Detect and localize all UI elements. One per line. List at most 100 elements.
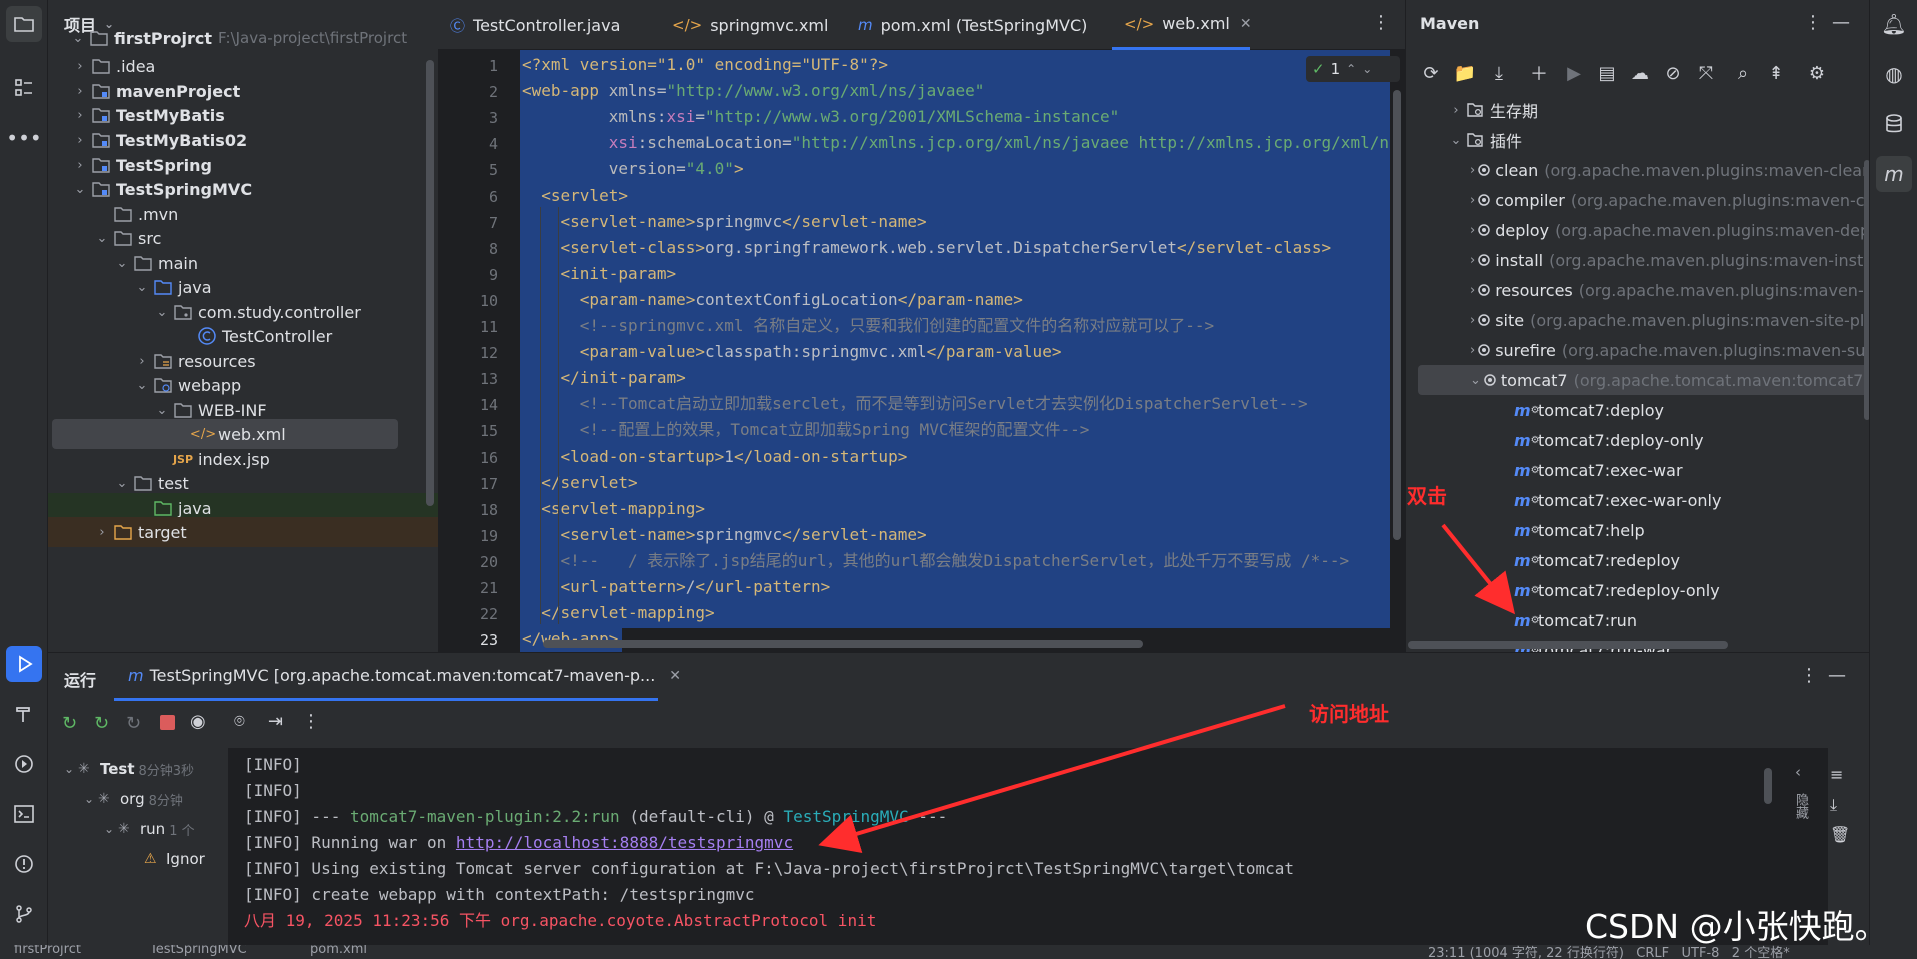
tab-pom-xml[interactable]: m pom.xml (TestSpringMVC) [846,0,1099,50]
run-config-tab[interactable]: m TestSpringMVC [org.apache.tomcat.maven… [114,653,681,701]
minimize-icon[interactable]: — [1828,665,1846,686]
chevron-right-icon[interactable]: › [70,59,90,74]
execute-goal-icon[interactable]: ▤ [1594,60,1620,86]
chevron-down-icon[interactable]: ⌄ [112,476,132,491]
run-tree-item[interactable]: ⌄ ✳ org 8分钟 [80,784,183,814]
maven-goal[interactable]: m ⚙ tomcat7:run [1406,605,1869,635]
reload-folder-icon[interactable]: 📁 [1452,60,1478,86]
maven-goal[interactable]: m ⚙ tomcat7:exec-war [1406,455,1869,485]
chevron-down-icon[interactable]: ⌄ [80,792,98,806]
chevron-down-icon[interactable]: ⌄ [70,182,90,197]
chevron-down-icon[interactable]: ⌄ [112,256,132,271]
chevron-down-icon[interactable]: ⌄ [132,378,152,393]
add-icon[interactable]: ＋ [1526,60,1552,86]
more-tools-button[interactable]: ••• [6,120,42,156]
chevron-up-icon[interactable]: ⌃ [1346,62,1356,76]
chevron-down-icon[interactable]: ⌄ [92,231,112,246]
run-options-icon[interactable]: ⋮ [1800,665,1818,686]
collapse-all-icon[interactable]: ⤧ [1693,60,1719,86]
chevron-down-icon[interactable]: ⌄ [132,280,152,295]
database-button[interactable] [1876,106,1912,142]
more-icon[interactable]: ⋮ [302,711,320,732]
run-tree-item[interactable]: ⚠ Ignor [126,844,205,874]
minimize-icon[interactable]: — [1832,12,1850,33]
rerun-failed-icon[interactable]: ↻ [94,713,109,734]
breadcrumb-file[interactable]: pom.xml [310,945,367,957]
restart-icon[interactable]: ↻ [126,713,141,734]
skip-tests-icon[interactable]: ⊘ [1660,60,1686,86]
maven-plugin-clean[interactable]: › clean (org.apache.maven.plugins:maven-cl… [1406,155,1869,185]
run-tool-button[interactable] [6,646,42,682]
run-tree-item[interactable]: ⌄ ✳ run 1 个 [100,814,195,844]
maven-plugin-deploy[interactable]: › deploy (org.apache.maven.plugins:maven-d… [1406,215,1869,245]
maven-plugin-compiler[interactable]: › compiler (org.apache.maven.plugins:maven… [1406,185,1869,215]
maven-goal[interactable]: m ⚙ tomcat7:deploy [1406,395,1869,425]
maven-plugin-install[interactable]: › install (org.apache.maven.plugins:maven-… [1406,245,1869,275]
chevron-down-icon[interactable]: ⌄ [1362,62,1372,76]
tab-springmvc-xml[interactable]: </> springmvc.xml [660,0,840,50]
chevron-down-icon[interactable]: ⌄ [60,762,78,776]
chevron-right-icon[interactable]: › [70,108,90,123]
chevron-right-icon[interactable]: › [70,158,90,173]
project-scrollbar[interactable] [426,60,434,506]
breadcrumb-project[interactable]: firstProjrct [14,945,81,957]
maven-options-icon[interactable]: ⋮ [1804,12,1822,33]
stop-icon[interactable] [160,715,175,730]
editor-horizontal-scrollbar[interactable] [543,640,1143,648]
chevron-down-icon[interactable]: ⌄ [1470,373,1481,388]
scroll-to-end-icon[interactable]: ⤓ [1830,795,1837,815]
chevron-right-icon[interactable]: › [1446,103,1466,118]
structure-tool-button[interactable] [6,70,42,106]
soft-wrap-icon[interactable]: ≡ [1830,765,1843,784]
analyze-icon[interactable]: ⌕ [1730,60,1756,86]
chevron-right-icon[interactable]: › [70,84,90,99]
rerun-icon[interactable]: ↻ [62,713,77,734]
maven-goal[interactable]: m ⚙ tomcat7:redeploy-only [1406,575,1869,605]
download-icon[interactable]: ⤓ [1486,60,1512,86]
export-icon[interactable]: ⇥ [268,711,283,732]
chevron-left-icon[interactable]: ‹ [1784,763,1812,781]
maven-plugin-site[interactable]: › site (org.apache.maven.plugins:maven-sit… [1406,305,1869,335]
problems-tool-button[interactable] [6,846,42,882]
tab-testcontroller[interactable]: Ⓒ TestController.java [438,0,632,50]
tree-item[interactable]: › target [48,517,438,547]
code-area[interactable]: <?xml version="1.0" encoding="UTF-8"?> <w… [520,50,1405,652]
tab-options-icon[interactable]: ⋮ [1372,12,1390,33]
build-tool-button[interactable] [6,696,42,732]
maven-goal[interactable]: m ⚙ tomcat7:exec-war-only [1406,485,1869,515]
breadcrumb-module[interactable]: TestSpringMVC [150,945,247,957]
close-icon[interactable]: ✕ [1240,16,1252,32]
chevron-down-icon[interactable]: ⌄ [1446,133,1466,148]
maven-plugin-surefire[interactable]: › surefire (org.apache.maven.plugins:maven… [1406,335,1869,365]
maven-tool-button[interactable]: m [1876,156,1912,192]
eye-icon[interactable]: ◉ [190,711,206,732]
chevron-down-icon[interactable]: ⌄ [68,31,88,46]
camera-icon[interactable]: ⌾ [234,711,245,732]
tab-web-xml[interactable]: </> web.xml ✕ [1112,0,1252,50]
offline-icon[interactable]: ☁ [1627,60,1653,86]
chevron-right-icon[interactable]: › [92,525,112,540]
show-dependencies-icon[interactable]: ⇞ [1763,60,1789,86]
maven-goal[interactable]: m ⚙ tomcat7:help [1406,515,1869,545]
maven-goal[interactable]: m ⚙ tomcat7:redeploy [1406,545,1869,575]
chevron-down-icon[interactable]: ⌄ [152,403,172,418]
chevron-down-icon[interactable]: ⌄ [100,822,118,836]
editor-scrollbar[interactable] [1393,90,1401,540]
notifications-button[interactable]: 🔔︎ [1876,6,1912,42]
ai-assistant-button[interactable]: ◍ [1876,56,1912,92]
chevron-right-icon[interactable]: › [70,133,90,148]
maven-plugin-tomcat7[interactable]: ⌄ tomcat7 (org.apache.tomcat.maven:tomcat7… [1418,365,1869,395]
trash-icon[interactable]: 🗑︎ [1830,825,1850,844]
console-scrollbar[interactable] [1764,768,1772,804]
services-tool-button[interactable] [6,746,42,782]
maven-goal[interactable]: m ⚙ tomcat7:deploy-only [1406,425,1869,455]
maven-plugin-resources[interactable]: › resources (org.apache.maven.plugins:mave… [1406,275,1869,305]
console-link[interactable]: http://localhost:8888/testspringmvc [456,833,793,852]
side-label[interactable]: 隐藏 [1786,793,1810,819]
maven-lifecycle[interactable]: › 生存期 [1406,95,1869,125]
run-tree-item[interactable]: ⌄ ✳ Test 8分钟3秒 [60,754,194,784]
chevron-right-icon[interactable]: › [132,354,152,369]
project-tool-button[interactable] [6,6,42,42]
reload-icon[interactable]: ⟳ [1418,60,1444,86]
terminal-tool-button[interactable] [6,796,42,832]
